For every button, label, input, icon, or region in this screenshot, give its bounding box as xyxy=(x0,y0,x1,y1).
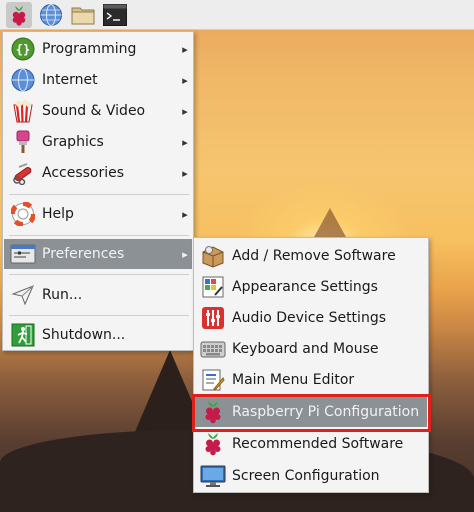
internet-icon xyxy=(10,67,36,93)
menu-separator xyxy=(9,235,189,236)
submenu-item-main-menu-editor[interactable]: Main Menu Editor xyxy=(195,364,427,395)
submenu-item-label: Keyboard and Mouse xyxy=(232,340,379,357)
submenu-item-label: Raspberry Pi Configuration xyxy=(232,403,420,420)
file-manager-icon[interactable] xyxy=(70,2,96,28)
submenu-arrow-icon: ▸ xyxy=(182,135,188,149)
menu-item-run[interactable]: Run... xyxy=(4,280,192,310)
menu-separator xyxy=(9,194,189,195)
menu-item-label: Graphics xyxy=(42,134,104,150)
keyboard-icon xyxy=(200,336,226,362)
submenu-arrow-icon: ▸ xyxy=(182,207,188,221)
graphics-icon xyxy=(10,129,36,155)
package-icon xyxy=(200,243,226,269)
run-icon xyxy=(10,282,36,308)
raspberry-icon xyxy=(200,431,226,457)
submenu-item-label: Add / Remove Software xyxy=(232,247,396,264)
menu-item-graphics[interactable]: Graphics ▸ xyxy=(4,127,192,157)
submenu-arrow-icon: ▸ xyxy=(182,73,188,87)
menu-item-programming[interactable]: {} Programming ▸ xyxy=(4,34,192,64)
submenu-item-keyboard-and-mouse[interactable]: Keyboard and Mouse xyxy=(195,333,427,364)
submenu-item-label: Audio Device Settings xyxy=(232,309,386,326)
raspberry-menu-icon[interactable] xyxy=(6,1,32,28)
submenu-item-audio-device-settings[interactable]: Audio Device Settings xyxy=(195,302,427,333)
svg-text:{}: {} xyxy=(16,43,30,57)
menu-item-internet[interactable]: Internet ▸ xyxy=(4,65,192,95)
preferences-submenu: Add / Remove Software Appearance Setting… xyxy=(193,237,429,493)
menu-item-shutdown[interactable]: Shutdown... xyxy=(4,320,192,350)
submenu-item-add-remove-software[interactable]: Add / Remove Software xyxy=(195,240,427,271)
menu-item-accessories[interactable]: Accessories ▸ xyxy=(4,158,192,188)
menu-item-preferences[interactable]: Preferences ▸ xyxy=(4,239,192,269)
programming-icon: {} xyxy=(10,36,36,62)
taskbar xyxy=(0,0,474,30)
main-menu: {} Programming ▸ Internet ▸ Sound & Vide… xyxy=(2,31,194,351)
menu-item-label: Run... xyxy=(42,287,83,303)
menu-item-help[interactable]: Help ▸ xyxy=(4,199,192,229)
monitor-icon xyxy=(200,463,226,489)
submenu-item-recommended-software[interactable]: Recommended Software xyxy=(195,428,427,459)
submenu-item-raspberry-pi-configuration[interactable]: Raspberry Pi Configuration xyxy=(195,396,427,427)
menu-item-label: Preferences xyxy=(42,246,125,262)
menu-item-sound-video[interactable]: Sound & Video ▸ xyxy=(4,96,192,126)
submenu-item-label: Recommended Software xyxy=(232,435,404,452)
appearance-icon xyxy=(200,274,226,300)
submenu-item-appearance-settings[interactable]: Appearance Settings xyxy=(195,271,427,302)
submenu-item-label: Screen Configuration xyxy=(232,467,380,484)
submenu-item-label: Main Menu Editor xyxy=(232,371,355,388)
menu-item-label: Sound & Video xyxy=(42,103,146,119)
menu-separator xyxy=(9,274,189,275)
menu-item-label: Internet xyxy=(42,72,98,88)
submenu-arrow-icon: ▸ xyxy=(182,104,188,118)
menu-item-label: Shutdown... xyxy=(42,327,126,343)
menu-item-label: Programming xyxy=(42,41,137,57)
preferences-icon xyxy=(10,241,36,267)
shutdown-icon xyxy=(10,322,36,348)
raspberry-icon xyxy=(200,399,226,425)
submenu-item-screen-configuration[interactable]: Screen Configuration xyxy=(195,460,427,491)
submenu-item-label: Appearance Settings xyxy=(232,278,378,295)
submenu-arrow-icon: ▸ xyxy=(182,42,188,56)
terminal-icon[interactable] xyxy=(102,2,128,28)
menu-separator xyxy=(9,315,189,316)
sound-video-icon xyxy=(10,98,36,124)
menu-editor-icon xyxy=(200,367,226,393)
submenu-arrow-icon: ▸ xyxy=(182,247,188,261)
web-browser-icon[interactable] xyxy=(38,2,64,28)
accessories-icon xyxy=(10,160,36,186)
menu-item-label: Accessories xyxy=(42,165,125,181)
audio-mixer-icon xyxy=(200,305,226,331)
help-icon xyxy=(10,201,36,227)
menu-item-label: Help xyxy=(42,206,74,222)
submenu-arrow-icon: ▸ xyxy=(182,166,188,180)
